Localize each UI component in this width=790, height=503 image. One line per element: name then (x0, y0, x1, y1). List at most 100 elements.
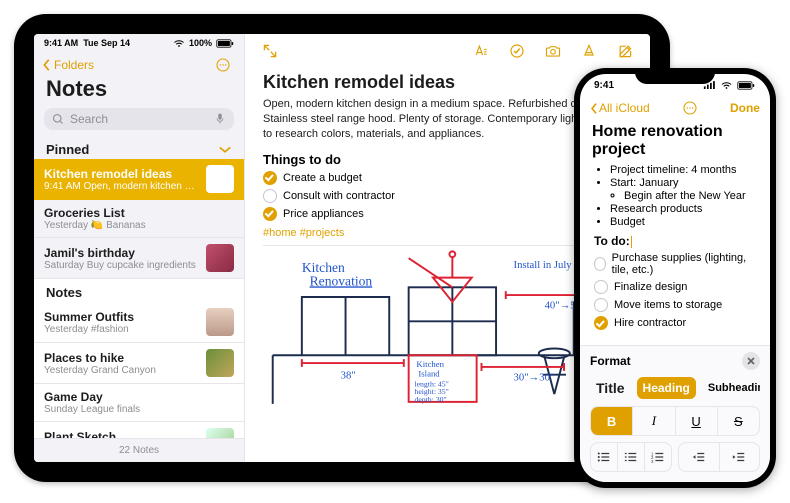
text-cursor (631, 236, 632, 248)
thumbnail (206, 244, 234, 272)
checkbox-empty-icon[interactable] (594, 298, 608, 312)
search-placeholder: Search (70, 112, 108, 126)
sidebar: 9:41 AM Tue Sep 14 100% Folders Notes (34, 34, 245, 462)
status-bar: 9:41 AM Tue Sep 14 100% (34, 34, 244, 52)
thumbnail (206, 428, 234, 438)
dictate-icon[interactable] (214, 113, 226, 125)
indent-button[interactable] (720, 443, 760, 471)
status-time: 9:41 (594, 80, 614, 91)
check-item[interactable]: Hire contractor (594, 316, 756, 330)
checklist-button[interactable] (506, 40, 528, 62)
note-body[interactable]: Project timeline: 4 months Start: Januar… (580, 163, 770, 336)
todo-header[interactable]: To do: (594, 234, 756, 248)
list-item[interactable]: Jamil's birthdaySaturday Buy cupcake ing… (34, 238, 244, 279)
done-button[interactable]: Done (730, 101, 760, 115)
back-button[interactable]: Folders (42, 58, 94, 72)
bullet-list: Project timeline: 4 months Start: Januar… (594, 164, 756, 228)
format-button[interactable] (470, 40, 492, 62)
search-field[interactable]: Search (44, 108, 234, 130)
list-buttons-row: 123 (590, 442, 760, 472)
numbered-list-button[interactable]: 123 (645, 443, 671, 471)
wifi-icon (720, 81, 733, 90)
expand-button[interactable] (259, 40, 281, 62)
svg-text:38": 38" (341, 369, 356, 381)
sidebar-topbar: Folders (34, 52, 244, 76)
underline-button[interactable]: U (676, 407, 718, 435)
text-format-icon (473, 43, 489, 59)
bold-button[interactable]: B (591, 407, 633, 435)
chevron-down-icon (218, 143, 232, 157)
text-style-row: Title Heading Subheading Body (590, 376, 760, 400)
list-item[interactable]: Places to hikeYesterday Grand Canyon (34, 343, 244, 384)
dashed-list-icon (624, 450, 638, 464)
svg-text:3: 3 (651, 459, 654, 464)
thumbnail (206, 349, 234, 377)
thumbnail (206, 308, 234, 336)
list-item[interactable]: Summer OutfitsYesterday #fashion (34, 302, 244, 343)
more-menu-button[interactable] (682, 97, 698, 119)
bullet-item[interactable]: Budget (610, 216, 756, 228)
bullet-item[interactable]: Research products (610, 203, 756, 215)
bulleted-list-button[interactable] (591, 443, 618, 471)
notch (635, 68, 715, 84)
style-subheading-button[interactable]: Subheading (702, 378, 760, 398)
checkbox-empty-icon[interactable] (594, 280, 608, 294)
battery-icon (736, 81, 756, 90)
bullet-subitem[interactable]: Begin after the New Year (624, 190, 756, 202)
list-item[interactable]: Kitchen remodel ideas9:41 AM Open, moder… (34, 159, 244, 200)
checkbox-checked-icon[interactable] (263, 207, 277, 221)
chevron-left-icon (42, 58, 52, 72)
expand-icon (262, 43, 278, 59)
note-title[interactable]: Home renovation project (580, 121, 770, 163)
note-toolbar (245, 34, 650, 64)
list-item[interactable]: Groceries ListYesterday 🍋 Bananas (34, 200, 244, 238)
outdent-icon (692, 450, 706, 464)
list-item[interactable]: Plant SketchFriday #remodel (34, 422, 244, 438)
checkbox-checked-icon[interactable] (594, 316, 608, 330)
svg-text:Island: Island (418, 368, 440, 378)
style-heading-button[interactable]: Heading (637, 377, 696, 399)
style-title-button[interactable]: Title (590, 376, 631, 400)
thumbnail (206, 165, 234, 193)
sidebar-title: Notes (34, 76, 244, 106)
svg-text:Kitchen: Kitchen (416, 358, 444, 368)
ipad-screen: 9:41 AM Tue Sep 14 100% Folders Notes (34, 34, 650, 462)
format-panel: Format Title Heading Subheading Body B I… (580, 345, 770, 482)
pinned-list: Kitchen remodel ideas9:41 AM Open, moder… (34, 159, 244, 279)
numbered-list-icon: 123 (651, 450, 665, 464)
close-button[interactable] (742, 352, 760, 370)
check-item[interactable]: Purchase supplies (lighting, tile, etc.) (594, 252, 756, 276)
more-menu-button[interactable] (212, 54, 234, 76)
camera-button[interactable] (542, 40, 564, 62)
pinned-header[interactable]: Pinned (34, 136, 244, 159)
ipad-device: 9:41 AM Tue Sep 14 100% Folders Notes (14, 14, 670, 482)
indent-icon (732, 450, 746, 464)
notes-header[interactable]: Notes (34, 279, 244, 302)
checkbox-checked-icon[interactable] (263, 171, 277, 185)
compose-button[interactable] (614, 40, 636, 62)
list-item[interactable]: Game DaySunday League finals (34, 384, 244, 422)
iphone-device: 9:41 All iCloud Done Home renovation pro… (574, 68, 776, 488)
iphone-topbar: All iCloud Done (580, 91, 770, 121)
back-button[interactable]: All iCloud (590, 101, 650, 115)
ellipsis-circle-icon (215, 57, 231, 73)
svg-text:depth: 30": depth: 30" (414, 394, 446, 403)
bullet-item[interactable]: Start: January Begin after the New Year (610, 177, 756, 202)
strikethrough-button[interactable]: S (718, 407, 759, 435)
dashed-list-button[interactable] (618, 443, 645, 471)
checkbox-empty-icon[interactable] (263, 189, 277, 203)
check-item[interactable]: Move items to storage (594, 298, 756, 312)
checkbox-empty-icon[interactable] (594, 257, 606, 271)
notes-section: Notes Summer OutfitsYesterday #fashion P… (34, 279, 244, 438)
ellipsis-circle-icon (682, 100, 698, 116)
bullet-item[interactable]: Project timeline: 4 months (610, 164, 756, 176)
status-time: 9:41 AM Tue Sep 14 (44, 38, 130, 48)
check-item[interactable]: Finalize design (594, 280, 756, 294)
italic-button[interactable]: I (633, 407, 675, 435)
outdent-button[interactable] (679, 443, 720, 471)
svg-text:Renovation: Renovation (310, 273, 373, 288)
close-icon (746, 356, 756, 366)
markup-button[interactable] (578, 40, 600, 62)
camera-icon (545, 43, 561, 59)
checklist-icon (509, 43, 525, 59)
